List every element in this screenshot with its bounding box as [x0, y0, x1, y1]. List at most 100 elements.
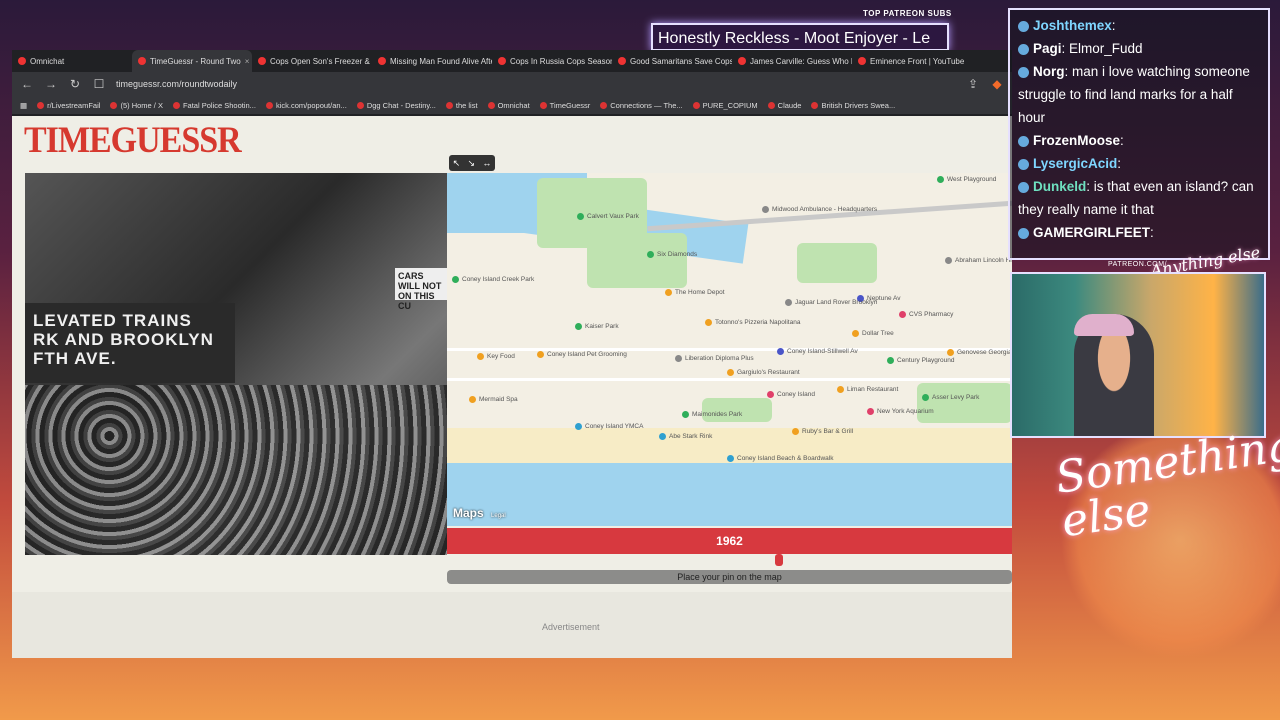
bookmark-item[interactable]: Dgg Chat - Destiny... — [356, 101, 436, 110]
browser-tab[interactable]: Cops Open Son's Freezer & Im — [252, 50, 372, 72]
browser-tab[interactable]: Good Samaritans Save Cops Fr — [612, 50, 732, 72]
poi-pin-icon — [575, 323, 582, 330]
map-poi[interactable]: Calvert Vaux Park — [577, 213, 639, 220]
bookmark-favicon-icon — [172, 101, 180, 109]
chat-username[interactable]: Norg — [1033, 64, 1065, 79]
place-pin-button[interactable]: Place your pin on the map — [447, 570, 1012, 584]
map-poi[interactable]: Gargiulo's Restaurant — [727, 369, 800, 376]
poi-pin-icon — [659, 433, 666, 440]
chat-username[interactable]: FrozenMoose — [1033, 133, 1120, 148]
bookmark-item[interactable]: Omnichat — [487, 101, 530, 110]
map-poi[interactable]: Totonno's Pizzeria Napolitana — [705, 319, 800, 326]
bookmark-item[interactable]: (5) Home / X — [110, 101, 163, 110]
map-poi[interactable]: Century Playground — [887, 357, 954, 364]
browser-tab[interactable]: James Carville: Guess Who Else — [732, 50, 852, 72]
tab-favicon-icon — [618, 57, 626, 65]
chat-badge-icon — [1018, 158, 1029, 170]
poi-label: Totonno's Pizzeria Napolitana — [715, 319, 801, 326]
year-slider-thumb[interactable] — [775, 554, 783, 566]
chat-username[interactable]: Joshthemex — [1033, 18, 1112, 33]
map-poi[interactable]: Midwood Ambulance - Headquarters — [762, 206, 877, 213]
bookmark-label: (5) Home / X — [120, 100, 163, 110]
map-poi[interactable]: Abe Stark Rink — [659, 433, 712, 440]
browser-tab[interactable]: Cops In Russia Cops Season 1 — [492, 50, 612, 72]
map-poi[interactable]: Maimonides Park — [682, 411, 742, 418]
map-poi[interactable]: Coney Island YMCA — [575, 423, 643, 430]
bookmark-item[interactable]: Claude — [767, 101, 801, 110]
fit-icon[interactable]: ↔ — [482, 158, 491, 168]
tab-label: Good Samaritans Save Cops Fr — [630, 56, 732, 66]
legal-link[interactable]: Legal — [491, 513, 506, 519]
map-poi[interactable]: Coney Island — [767, 391, 815, 398]
chat-message: LysergicAcid: — [1018, 152, 1260, 175]
map-poi[interactable]: Coney Island Beach & Boardwalk — [727, 455, 833, 462]
guess-map[interactable]: Maps Legal West Playground Midwood Ambula… — [447, 173, 1012, 526]
map-poi[interactable]: Six Diamonds — [647, 251, 697, 258]
reload-icon[interactable]: ↻ — [68, 77, 82, 91]
chat-username[interactable]: LysergicAcid — [1033, 156, 1117, 171]
bookmark-item[interactable]: TimeGuessr — [539, 100, 591, 110]
bookmark-item[interactable]: PURE_COPIUM — [692, 101, 758, 110]
map-poi[interactable]: Genovese Georgian Bake — [947, 349, 1012, 356]
browser-tab[interactable]: Eminence Front | YouTube — [852, 50, 972, 72]
map-poi[interactable]: Kaiser Park — [575, 323, 619, 330]
map-poi[interactable]: West Playground — [937, 176, 996, 183]
map-poi[interactable]: The Home Depot — [665, 289, 725, 296]
poi-label: Asser Levy Park — [932, 394, 980, 401]
map-park — [702, 398, 772, 422]
bookmark-favicon-icon — [767, 101, 775, 109]
map-poi[interactable]: Dollar Tree — [852, 330, 894, 337]
map-poi[interactable]: Coney Island Creek Park — [452, 276, 534, 283]
historical-photo[interactable]: LEVATED TRAINS RK AND BROOKLYN FTH AVE. … — [25, 173, 447, 555]
map-poi[interactable]: Liberation Diploma Plus — [675, 355, 754, 362]
bookmark-item[interactable]: the list — [445, 101, 478, 110]
bookmark-label: TimeGuessr — [549, 100, 591, 110]
poi-label: The Home Depot — [675, 289, 725, 296]
bookmark-item[interactable]: British Drivers Swea... — [811, 101, 895, 110]
forward-icon[interactable]: → — [44, 77, 58, 91]
bookmark-item[interactable]: kick.com/popout/an... — [265, 101, 347, 110]
brave-shield-icon[interactable]: ◆ — [990, 77, 1004, 91]
share-icon[interactable]: ⇪ — [966, 77, 980, 91]
bookmark-favicon-icon — [811, 101, 819, 109]
poi-label: Coney Island Creek Park — [462, 276, 535, 283]
poi-pin-icon — [575, 423, 582, 430]
map-poi[interactable]: Coney Island-Stillwell Av — [777, 348, 858, 355]
map-poi[interactable]: Asser Levy Park — [922, 394, 979, 401]
chat-username[interactable]: Pagi — [1033, 41, 1062, 56]
browser-tab[interactable]: TimeGuessr - Round Two × — [132, 50, 252, 72]
chat-text: Elmor_Fudd — [1069, 41, 1143, 56]
timeguessr-logo[interactable]: TIMEGUESSR — [24, 120, 242, 162]
chat-username[interactable]: GAMERGIRLFEET — [1033, 225, 1150, 240]
browser-tab[interactable]: Missing Man Found Alive After — [372, 50, 492, 72]
map-poi[interactable]: Mermaid Spa — [469, 396, 518, 403]
chat-username[interactable]: Dunkeld — [1033, 179, 1086, 194]
map-water — [447, 458, 1012, 526]
bookmark-favicon-icon — [356, 101, 364, 109]
map-poi[interactable]: Jaguar Land Rover Brooklyn — [785, 299, 877, 306]
map-poi[interactable]: Key Food — [477, 353, 515, 360]
map-poi[interactable]: Ruby's Bar & Grill — [792, 428, 853, 435]
map-poi[interactable]: Abraham Lincoln High School — [945, 257, 1012, 264]
shrink-icon[interactable]: ↘ — [467, 158, 475, 169]
bookmark-item[interactable]: r/LivestreamFail — [37, 101, 100, 110]
map-poi[interactable]: New York Aquarium — [867, 408, 934, 415]
bookmark-favicon-icon — [110, 101, 118, 109]
apple-maps-attribution[interactable]: Maps Legal — [453, 506, 506, 520]
apps-grid-icon[interactable]: ▦ — [20, 101, 27, 110]
map-poi[interactable]: CVS Pharmacy — [899, 311, 953, 318]
poi-pin-icon — [852, 330, 859, 337]
bookmark-icon[interactable]: ☐ — [92, 77, 106, 91]
tab-label: Missing Man Found Alive After — [390, 56, 492, 66]
back-icon[interactable]: ← — [20, 77, 34, 91]
year-display: 1962 — [447, 528, 1012, 554]
bookmark-item[interactable]: Fatal Police Shootin... — [172, 101, 256, 110]
bookmark-item[interactable]: Connections — The... — [600, 101, 683, 110]
map-poi[interactable]: Liman Restaurant — [837, 386, 898, 393]
url-field[interactable]: timeguessr.com/roundtwodaily — [116, 79, 956, 89]
close-tab-icon[interactable]: × — [245, 57, 250, 66]
tab-favicon-icon — [378, 57, 386, 65]
browser-tab[interactable]: Omnichat — [12, 50, 132, 72]
map-poi[interactable]: Coney Island Pet Grooming — [537, 351, 627, 358]
expand-icon[interactable]: ↖ — [453, 158, 461, 169]
